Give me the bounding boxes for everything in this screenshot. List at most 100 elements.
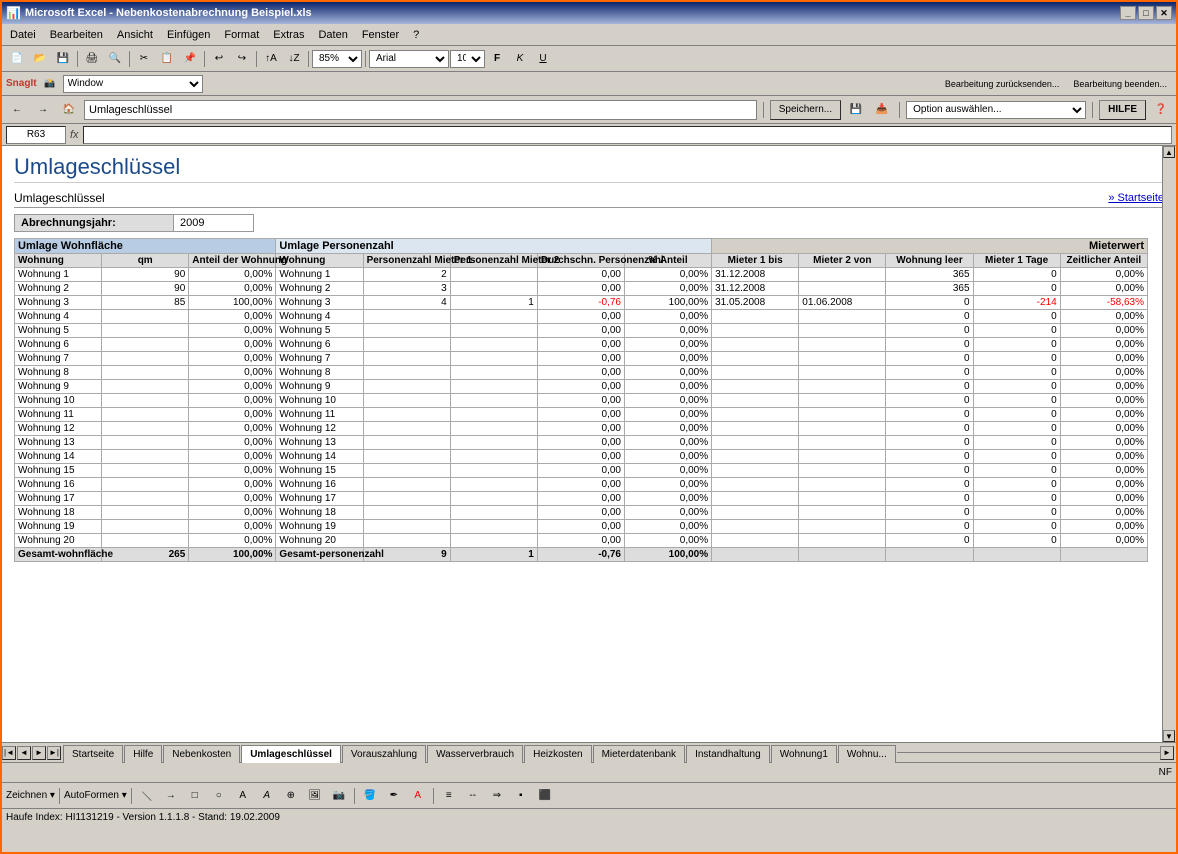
rect-button[interactable]: □ <box>184 786 206 806</box>
new-button[interactable]: 📄 <box>6 49 28 69</box>
oval-button[interactable]: ○ <box>208 786 230 806</box>
redo-button[interactable]: ↪ <box>231 49 253 69</box>
cell-r2-c0: Wohnung 3 <box>15 296 102 310</box>
web-back-button[interactable]: ← <box>6 100 28 120</box>
italic-button[interactable]: K <box>509 49 531 69</box>
sheet-tab-umlageschlüssel[interactable]: Umlageschlüssel <box>241 745 341 763</box>
hilfe-button[interactable]: HILFE <box>1099 100 1146 120</box>
cell-r6-c4 <box>363 352 450 366</box>
diagram-button[interactable]: ⊕ <box>280 786 302 806</box>
3d-button[interactable]: ⬛ <box>534 786 556 806</box>
font-size-combo[interactable]: 10 <box>450 50 485 68</box>
linecolor-button[interactable]: ✒ <box>383 786 405 806</box>
menu-einfuegen[interactable]: Einfügen <box>161 27 216 43</box>
option-combo[interactable]: Option auswählen... <box>906 101 1086 119</box>
linestyle-button[interactable]: ≡ <box>438 786 460 806</box>
arrow-button[interactable]: → <box>160 786 182 806</box>
minimize-button[interactable]: _ <box>1120 6 1136 20</box>
formula-bar: fx <box>2 124 1176 146</box>
formula-input[interactable] <box>83 126 1172 144</box>
textbox-button[interactable]: A <box>232 786 254 806</box>
speichern-button[interactable]: Speichern... <box>770 100 841 120</box>
saveas-icon[interactable]: 📥 <box>871 100 893 120</box>
paste-button[interactable]: 📌 <box>179 49 201 69</box>
sheet-tab-wasserverbrauch[interactable]: Wasserverbrauch <box>427 745 523 763</box>
open-button[interactable]: 📂 <box>29 49 51 69</box>
hilfe-icon[interactable]: ❓ <box>1150 100 1172 120</box>
table-row: Wohnung 120,00%Wohnung 120,000,00%000,00… <box>15 422 1148 436</box>
sheet-tab-hilfe[interactable]: Hilfe <box>124 745 162 763</box>
abrechnungsjahr-value: 2009 <box>174 214 254 232</box>
web-home-button[interactable]: 🏠 <box>58 100 80 120</box>
startseite-link[interactable]: » Startseite <box>1108 192 1164 204</box>
sheet-tab-wohnung1[interactable]: Wohnung1 <box>771 745 837 763</box>
tab-last-button[interactable]: ►| <box>47 746 61 760</box>
cell-r18-c12: 0,00% <box>1060 520 1147 534</box>
menu-hilfe[interactable]: ? <box>407 27 425 43</box>
cell-r14-c7: 0,00% <box>624 464 711 478</box>
web-address-input[interactable] <box>84 100 757 120</box>
cell-r1-c1: 90 <box>102 282 189 296</box>
menu-ansicht[interactable]: Ansicht <box>111 27 159 43</box>
tab-scroll-right[interactable]: ► <box>1160 746 1174 760</box>
sort-desc-button[interactable]: ↓Z <box>283 49 305 69</box>
menu-bearbeiten[interactable]: Bearbeiten <box>44 27 109 43</box>
sheet-tab-vorauszahlung[interactable]: Vorauszahlung <box>342 745 426 763</box>
wordart-button[interactable]: A <box>256 786 278 806</box>
sheet-tab-mieterdatenbank[interactable]: Mieterdatenbank <box>593 745 686 763</box>
sheet-tab-startseite[interactable]: Startseite <box>63 745 123 763</box>
copy-button[interactable]: 📋 <box>156 49 178 69</box>
clipart-button[interactable]: 🖼 <box>304 786 326 806</box>
menu-format[interactable]: Format <box>218 27 265 43</box>
maximize-button[interactable]: □ <box>1138 6 1154 20</box>
print-button[interactable]: 🖨 <box>81 49 103 69</box>
cell-r18-c11: 0 <box>973 520 1060 534</box>
vertical-scrollbar[interactable]: ▲ ▼ <box>1162 146 1176 742</box>
sheet-tab-wohnu...[interactable]: Wohnu... <box>838 745 896 763</box>
sheet-tab-nebenkosten[interactable]: Nebenkosten <box>163 745 240 763</box>
bearbeitung-beenden-button[interactable]: Bearbeitung beenden... <box>1068 74 1172 94</box>
name-box-input[interactable] <box>6 126 66 144</box>
bearbeitung-zurueck-button[interactable]: Bearbeitung zurücksenden... <box>940 74 1065 94</box>
underline-button[interactable]: U <box>532 49 554 69</box>
snagit-window-combo[interactable]: Window <box>63 75 203 93</box>
font-name-combo[interactable]: Arial <box>369 50 449 68</box>
bold-button[interactable]: F <box>486 49 508 69</box>
menu-fenster[interactable]: Fenster <box>356 27 405 43</box>
col-pzm1: Personenzahl Mieter 1 <box>363 254 450 268</box>
web-forward-button[interactable]: → <box>32 100 54 120</box>
cell-r10-c4 <box>363 408 450 422</box>
arrowstyle-button[interactable]: ⇒ <box>486 786 508 806</box>
cell-r18-c5 <box>450 520 537 534</box>
sort-asc-button[interactable]: ↑A <box>260 49 282 69</box>
menu-daten[interactable]: Daten <box>312 27 353 43</box>
cell-r19-c5 <box>450 534 537 548</box>
tab-nav-buttons[interactable]: |◄ ◄ ► ►| <box>2 746 61 760</box>
cell-r11-c4 <box>363 422 450 436</box>
menu-datei[interactable]: Datei <box>4 27 42 43</box>
sheet-tab-instandhaltung[interactable]: Instandhaltung <box>686 745 770 763</box>
tab-first-button[interactable]: |◄ <box>2 746 16 760</box>
tab-next-button[interactable]: ► <box>32 746 46 760</box>
line-button[interactable]: ＼ <box>136 786 158 806</box>
printpreview-button[interactable]: 🔍 <box>104 49 126 69</box>
close-button[interactable]: ✕ <box>1156 6 1172 20</box>
fontcolor-button[interactable]: A <box>407 786 429 806</box>
image-button[interactable]: 📷 <box>328 786 350 806</box>
sheet-tab-heizkosten[interactable]: Heizkosten <box>524 745 591 763</box>
window-controls[interactable]: _ □ ✕ <box>1120 6 1172 20</box>
col-m1tage: Mieter 1 Tage <box>973 254 1060 268</box>
zoom-combo[interactable]: 85% <box>312 50 362 68</box>
snagit-capture-button[interactable]: 📸 <box>41 75 59 93</box>
tab-prev-button[interactable]: ◄ <box>17 746 31 760</box>
table-row: Wohnung 160,00%Wohnung 160,000,00%000,00… <box>15 478 1148 492</box>
cell-r7-c4 <box>363 366 450 380</box>
fillcolor-button[interactable]: 🪣 <box>359 786 381 806</box>
dashstyle-button[interactable]: -- <box>462 786 484 806</box>
save-icon[interactable]: 💾 <box>845 100 867 120</box>
save-button[interactable]: 💾 <box>52 49 74 69</box>
menu-extras[interactable]: Extras <box>267 27 310 43</box>
shadow-button[interactable]: ▪ <box>510 786 532 806</box>
undo-button[interactable]: ↩ <box>208 49 230 69</box>
cut-button[interactable]: ✂ <box>133 49 155 69</box>
